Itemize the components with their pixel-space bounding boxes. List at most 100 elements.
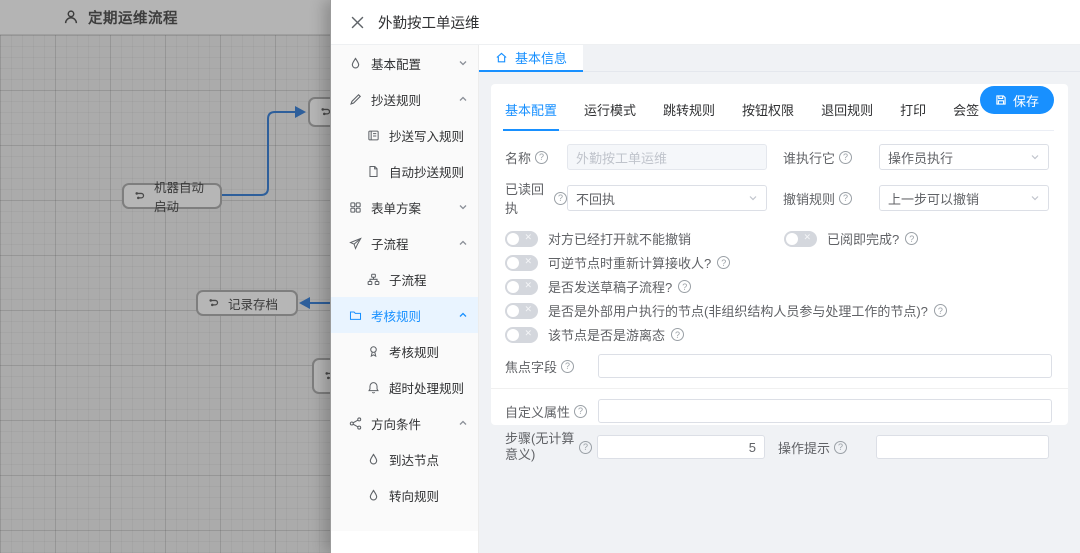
- workflow-node-icon: [208, 297, 220, 309]
- close-icon[interactable]: [351, 16, 364, 29]
- chevron-down-icon: [1030, 193, 1040, 203]
- ctab-jump-rules[interactable]: 跳转规则: [663, 100, 715, 119]
- help-icon[interactable]: [839, 151, 852, 164]
- flow-node-partial-bottom[interactable]: [312, 358, 330, 394]
- workflow-node-icon: [134, 190, 146, 202]
- menu-label: 考核规则: [371, 306, 421, 325]
- paper-plane-icon: [349, 237, 362, 250]
- custom-attr-input[interactable]: [598, 399, 1052, 423]
- form-row-focus-field: 焦点字段: [505, 354, 1054, 378]
- tab-basic-info[interactable]: 基本信息: [479, 45, 583, 72]
- toggle-read-means-done[interactable]: [784, 231, 817, 247]
- toggle-label: 对方已经打开就不能撤销: [548, 229, 691, 248]
- help-icon[interactable]: [554, 192, 567, 205]
- toggle-external-user-node[interactable]: [505, 303, 538, 319]
- droplet-icon: [349, 57, 362, 70]
- help-icon[interactable]: [934, 304, 947, 317]
- executor-select[interactable]: 操作员执行: [879, 144, 1049, 170]
- menu-item-cc-write-rules[interactable]: 抄送写入规则: [331, 117, 478, 153]
- menu-item-auto-cc-rules[interactable]: 自动抄送规则: [331, 153, 478, 189]
- divider: [491, 388, 1068, 389]
- help-icon[interactable]: [535, 151, 548, 164]
- hint-input[interactable]: [876, 435, 1049, 459]
- help-icon[interactable]: [717, 256, 730, 269]
- ctab-button-permissions[interactable]: 按钮权限: [742, 100, 794, 119]
- help-icon[interactable]: [561, 360, 574, 373]
- chevron-up-icon: [458, 238, 468, 248]
- menu-item-assessment-rules[interactable]: 考核规则: [331, 333, 478, 369]
- toggle-cannot-revoke-after-open[interactable]: [505, 231, 538, 247]
- toggle-send-draft-subprocess[interactable]: [505, 279, 538, 295]
- toggle-recalc-receiver[interactable]: [505, 255, 538, 271]
- chevron-down-icon: [458, 58, 468, 68]
- menu-item-turn-rules[interactable]: 转向规则: [331, 477, 478, 513]
- drawer-title: 外勤按工单运维: [378, 12, 480, 33]
- toggle-row-4: 是否是外部用户执行的节点(非组织结构人员参与处理工作的节点)?: [505, 301, 1054, 320]
- toggle-label: 可逆节点时重新计算接收人?: [548, 253, 711, 272]
- flow-node-label: 记录存档: [228, 294, 278, 313]
- help-icon[interactable]: [905, 232, 918, 245]
- toggle-row-2: 可逆节点时重新计算接收人?: [505, 253, 1054, 272]
- chevron-up-icon: [458, 418, 468, 428]
- menu-item-subprocess[interactable]: 子流程: [331, 261, 478, 297]
- tab-label: 基本信息: [515, 48, 567, 67]
- menu-group-form-scheme[interactable]: 表单方案: [331, 189, 478, 225]
- focus-field-label: 焦点字段: [505, 357, 598, 376]
- menu-group-cc-rules[interactable]: 抄送规则: [331, 81, 478, 117]
- executor-label: 谁执行它: [783, 148, 879, 167]
- menu-group-assessment-rules[interactable]: 考核规则: [331, 297, 478, 333]
- receipt-select[interactable]: 不回执: [567, 185, 767, 211]
- pencil-icon: [349, 93, 362, 106]
- toggle-free-state-node[interactable]: [505, 327, 538, 343]
- name-input[interactable]: [567, 144, 767, 170]
- folder-icon: [349, 309, 362, 322]
- flow-node-machine-start[interactable]: 机器自动启动: [122, 183, 222, 209]
- ctab-return-rules[interactable]: 退回规则: [821, 100, 873, 119]
- config-menu: 基本配置 抄送规则: [331, 45, 478, 531]
- help-icon[interactable]: [678, 280, 691, 293]
- toggle-label: 该节点是否是游离态: [548, 325, 665, 344]
- ctab-print[interactable]: 打印: [900, 100, 926, 119]
- drawer-header: 外勤按工单运维: [331, 0, 1080, 45]
- step-input[interactable]: [597, 435, 765, 459]
- ctab-countersign[interactable]: 会签: [953, 100, 979, 119]
- menu-group-basic-config[interactable]: 基本配置: [331, 45, 478, 81]
- help-icon[interactable]: [574, 405, 587, 418]
- droplet-icon: [367, 453, 380, 466]
- flow-title: 定期运维流程: [88, 7, 178, 28]
- chevron-down-icon: [748, 193, 758, 203]
- help-icon[interactable]: [579, 441, 592, 454]
- node-config-drawer: 外勤按工单运维 基本配置: [330, 0, 1080, 553]
- form-row-custom-attr: 自定义属性: [505, 399, 1054, 423]
- menu-label: 方向条件: [371, 414, 421, 433]
- bell-icon: [367, 381, 380, 394]
- revoke-select[interactable]: 上一步可以撤销: [879, 185, 1049, 211]
- step-label: 步骤(无计算意义): [505, 431, 597, 464]
- custom-attr-label: 自定义属性: [505, 402, 598, 421]
- toggle-label: 是否是外部用户执行的节点(非组织结构人员参与处理工作的节点)?: [548, 301, 928, 320]
- page-tabbar: 基本信息: [479, 45, 1080, 72]
- help-icon[interactable]: [671, 328, 684, 341]
- help-icon[interactable]: [834, 441, 847, 454]
- medal-icon: [367, 345, 380, 358]
- flow-canvas[interactable]: 机器自动启动: [0, 35, 330, 553]
- menu-label: 表单方案: [371, 198, 421, 217]
- ctab-run-mode[interactable]: 运行模式: [584, 100, 636, 119]
- flow-designer-panel: 定期运维流程: [0, 0, 330, 553]
- config-form: 名称 谁执行它 操作员执行: [505, 131, 1054, 464]
- flow-node-partial-top[interactable]: [308, 97, 330, 127]
- config-card: 基本配置 运行模式 跳转规则 按钮权限 退回规则 打印 会签 保存: [491, 84, 1068, 425]
- focus-field-input[interactable]: [598, 354, 1052, 378]
- menu-group-subprocess[interactable]: 子流程: [331, 225, 478, 261]
- toggle-row-1: 对方已经打开就不能撤销 已阅即完成?: [505, 229, 1054, 248]
- help-icon[interactable]: [839, 192, 852, 205]
- menu-item-timeout-rules[interactable]: 超时处理规则: [331, 369, 478, 405]
- menu-item-arrival-node[interactable]: 到达节点: [331, 441, 478, 477]
- menu-label: 抄送规则: [371, 90, 421, 109]
- ctab-basic-config[interactable]: 基本配置: [505, 100, 557, 119]
- save-button[interactable]: 保存: [980, 86, 1054, 114]
- flow-node-record-archive[interactable]: 记录存档: [196, 290, 298, 316]
- menu-label: 超时处理规则: [389, 378, 464, 397]
- menu-group-direction-conditions[interactable]: 方向条件: [331, 405, 478, 441]
- org-chart-icon: [367, 273, 380, 286]
